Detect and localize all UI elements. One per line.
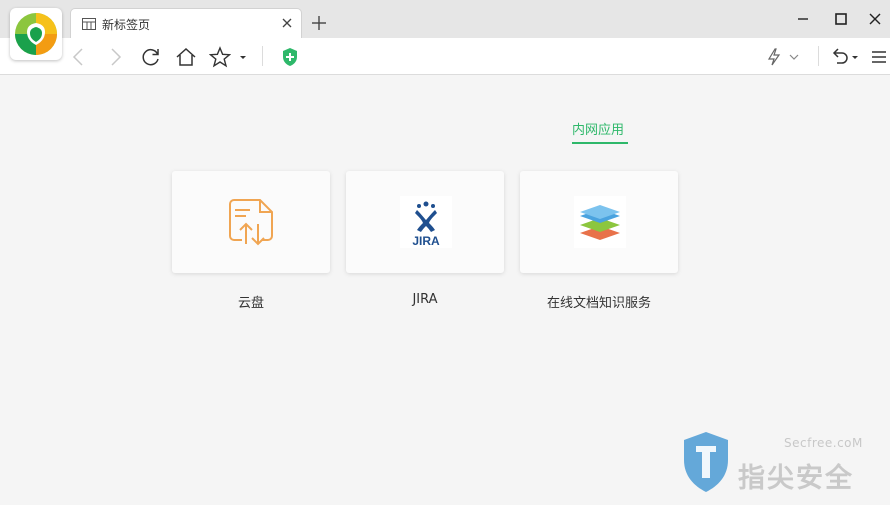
- active-tab-indicator: [572, 142, 628, 144]
- favorite-star-icon[interactable]: [209, 46, 231, 68]
- close-window-icon[interactable]: [864, 10, 886, 28]
- navigation-toolbar: [0, 38, 890, 75]
- undo-icon[interactable]: [829, 46, 851, 68]
- title-bar: 新标签页: [0, 0, 890, 60]
- app-label-jira[interactable]: JIRA: [346, 292, 504, 307]
- tab-new-tab[interactable]: 新标签页: [70, 8, 302, 39]
- watermark-shield-icon: [684, 432, 728, 492]
- maximize-icon[interactable]: [830, 10, 852, 28]
- layers-docs-icon: [574, 196, 626, 248]
- toolbar-divider: [818, 46, 819, 66]
- watermark-text: 指尖安全: [738, 463, 854, 494]
- reload-icon[interactable]: [140, 46, 162, 68]
- security-shield-icon[interactable]: [279, 46, 301, 68]
- jira-logo: JIRA: [400, 196, 452, 248]
- browser-logo[interactable]: [10, 8, 62, 60]
- toolbar-divider: [262, 46, 263, 66]
- undo-dropdown-icon[interactable]: [850, 46, 860, 68]
- watermark-site: Secfree.coM: [784, 436, 863, 450]
- app-card-docs[interactable]: [520, 171, 678, 273]
- cloud-drive-icon: [229, 199, 273, 246]
- app-label-docs[interactable]: 在线文档知识服务: [520, 292, 678, 311]
- app-card-cloud-drive[interactable]: [172, 171, 330, 273]
- tab-title: 新标签页: [102, 18, 151, 32]
- tab-intranet-apps[interactable]: 内网应用: [572, 119, 624, 138]
- home-icon[interactable]: [175, 46, 197, 68]
- grid-page-icon: [82, 18, 96, 30]
- close-tab-icon[interactable]: [279, 15, 295, 31]
- engine-dropdown-icon[interactable]: [786, 46, 802, 68]
- menu-icon[interactable]: [868, 46, 890, 68]
- minimize-icon[interactable]: [792, 10, 814, 28]
- browser-logo-icon: [15, 13, 57, 55]
- favorite-dropdown-icon[interactable]: [237, 46, 249, 68]
- back-icon[interactable]: [68, 46, 90, 68]
- lightning-icon[interactable]: [763, 46, 785, 68]
- app-card-jira[interactable]: JIRA: [346, 171, 504, 273]
- jira-logo-text: JIRA: [412, 234, 440, 248]
- jira-icon: JIRA: [412, 201, 440, 248]
- forward-icon[interactable]: [104, 46, 126, 68]
- app-label-cloud-drive[interactable]: 云盘: [172, 292, 330, 311]
- new-tab-icon[interactable]: [310, 14, 328, 32]
